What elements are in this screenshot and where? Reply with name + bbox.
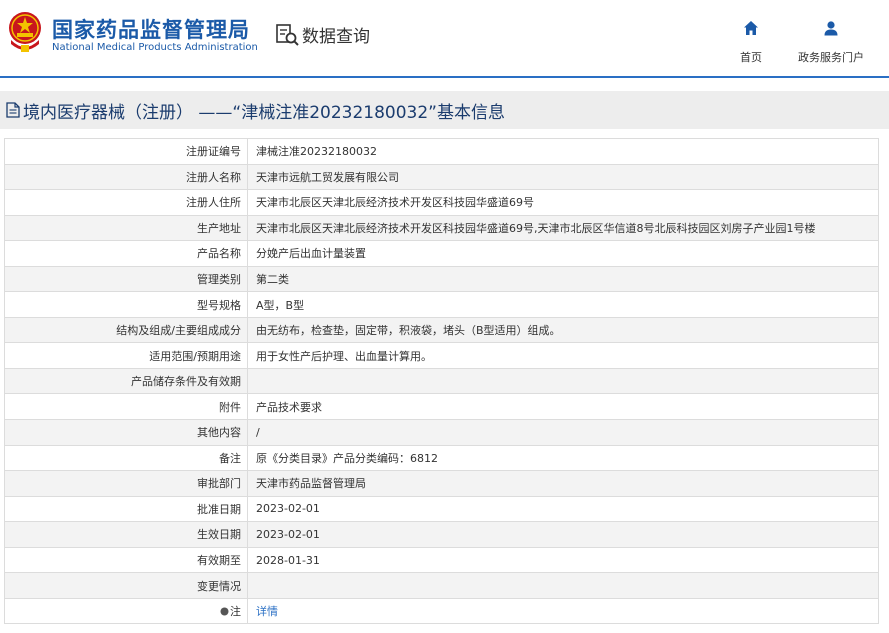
table-row: 产品名称 分娩产后出血计量装置 (4, 240, 879, 267)
header-divider (0, 76, 889, 78)
table-row: 有效期至 2028-01-31 (4, 546, 879, 574)
row-value: 津械注准20232180032 (247, 138, 879, 165)
remark-row: 注 详情 (4, 597, 879, 625)
row-label: 适用范围/预期用途 (4, 342, 248, 369)
document-icon (6, 102, 20, 118)
device-info-table: 注册证编号 津械注准20232180032 注册人名称 天津市远航工贸发展有限公司 … (4, 138, 879, 625)
row-value: 天津市药品监督管理局 (247, 470, 879, 497)
table-row: 注册证编号 津械注准20232180032 (4, 138, 879, 165)
row-label: 注册证编号 (4, 138, 248, 165)
nav-home-label: 首页 (740, 51, 762, 64)
row-value: 由无纺布，检查垫，固定带，积液袋，堵头（B型适用）组成。 (247, 316, 879, 344)
row-label: 审批部门 (4, 470, 248, 497)
table-row: 其他内容 / (4, 419, 879, 446)
row-value: 2028-01-31 (247, 546, 879, 574)
row-label: 批准日期 (4, 495, 248, 523)
table-row: 批准日期 2023-02-01 (4, 495, 879, 523)
nav-service-portal[interactable]: 政务服务门户 (798, 20, 864, 65)
row-label: 附件 (4, 393, 248, 421)
row-value: 第二类 (247, 265, 879, 293)
nav-home[interactable]: 首页 (740, 20, 762, 65)
site-header: 国家药品监督管理局 National Medical Products Admi… (0, 0, 889, 77)
table-row: 注册人名称 天津市远航工贸发展有限公司 (4, 163, 879, 191)
row-value: 天津市远航工贸发展有限公司 (247, 163, 879, 191)
detail-link[interactable]: 详情 (256, 605, 278, 618)
row-label: 备注 (4, 444, 248, 472)
table-row: 生产地址 天津市北辰区天津北辰经济技术开发区科技园华盛道69号,天津市北辰区华信道… (4, 214, 879, 242)
national-emblem-logo (9, 12, 41, 52)
row-label: 产品储存条件及有效期 (4, 367, 248, 395)
row-label: 管理类别 (4, 265, 248, 293)
table-row: 型号规格 A型，B型 (4, 291, 879, 318)
data-query-icon (276, 23, 299, 46)
table-row: 变更情况 (4, 572, 879, 599)
table-row: 备注 原《分类目录》产品分类编码：6812 (4, 444, 879, 472)
row-label: 变更情况 (4, 572, 248, 599)
table-row: 注册人住所 天津市北辰区天津北辰经济技术开发区科技园华盛道69号 (4, 189, 879, 216)
table-row: 产品储存条件及有效期 (4, 367, 879, 395)
table-row: 管理类别 第二类 (4, 265, 879, 293)
data-query-label: 数据查询 (302, 27, 370, 47)
row-value: 天津市北辰区天津北辰经济技术开发区科技园华盛道69号 (247, 189, 879, 216)
remark-label-cell: 注 (4, 597, 248, 625)
site-title: 国家药品监督管理局 (52, 18, 250, 42)
site-subtitle: National Medical Products Administration (52, 42, 258, 53)
home-icon (744, 21, 758, 35)
remark-label: 注 (230, 605, 241, 619)
row-label: 产品名称 (4, 240, 248, 267)
table-row: 适用范围/预期用途 用于女性产后护理、出血量计算用。 (4, 342, 879, 369)
row-label: 注册人名称 (4, 163, 248, 191)
page-title: 境内医疗器械（注册） ——“津械注准20232180032”基本信息 (23, 102, 505, 123)
row-label: 注册人住所 (4, 189, 248, 216)
row-value: 原《分类目录》产品分类编码：6812 (247, 444, 879, 472)
row-value (247, 572, 879, 599)
row-value: / (247, 419, 879, 446)
row-value: 分娩产后出血计量装置 (247, 240, 879, 267)
row-value: 产品技术要求 (247, 393, 879, 421)
table-row: 结构及组成/主要组成成分 由无纺布，检查垫，固定带，积液袋，堵头（B型适用）组成。 (4, 316, 879, 344)
row-value (247, 367, 879, 395)
nav-service-portal-label: 政务服务门户 (798, 51, 864, 64)
row-label: 其他内容 (4, 419, 248, 446)
row-value: 天津市北辰区天津北辰经济技术开发区科技园华盛道69号,天津市北辰区华信道8号北辰… (247, 214, 879, 242)
row-label: 生效日期 (4, 521, 248, 548)
row-label: 型号规格 (4, 291, 248, 318)
table-row: 附件 产品技术要求 (4, 393, 879, 421)
table-row: 生效日期 2023-02-01 (4, 521, 879, 548)
row-label: 生产地址 (4, 214, 248, 242)
data-query-link[interactable]: 数据查询 (275, 22, 370, 47)
remark-bullet-icon (220, 607, 229, 616)
row-value: A型，B型 (247, 291, 879, 318)
row-label: 结构及组成/主要组成成分 (4, 316, 248, 344)
row-label: 有效期至 (4, 546, 248, 574)
page-title-bar: 境内医疗器械（注册） ——“津械注准20232180032”基本信息 (0, 91, 889, 129)
remark-value-cell: 详情 (247, 597, 879, 625)
user-icon (824, 21, 838, 36)
row-value: 用于女性产后护理、出血量计算用。 (247, 342, 879, 369)
row-value: 2023-02-01 (247, 521, 879, 548)
row-value: 2023-02-01 (247, 495, 879, 523)
table-row: 审批部门 天津市药品监督管理局 (4, 470, 879, 497)
